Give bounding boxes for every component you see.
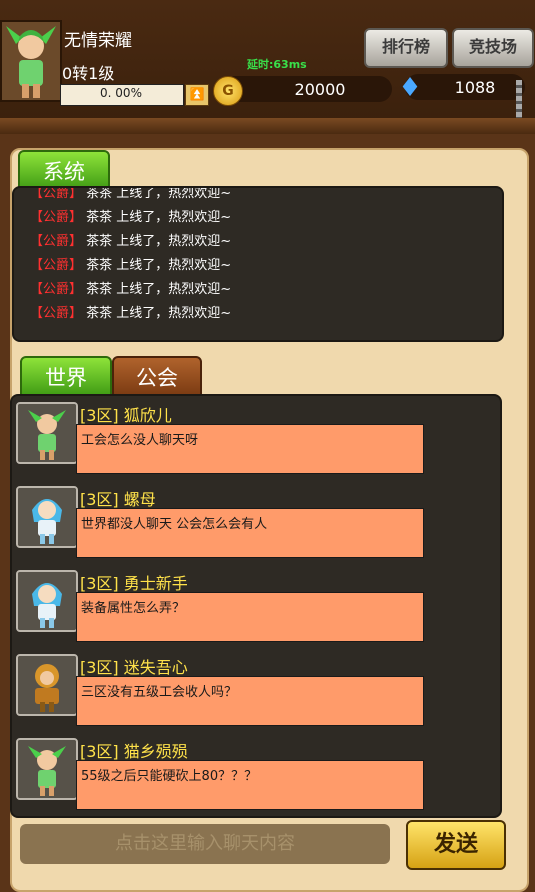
- chat-bubble: 55级之后只能硬砍上80？？？: [76, 760, 424, 810]
- chat-message: [3区] 勇士新手 装备属性怎么弄？: [12, 566, 500, 648]
- chat-bubble: 装备属性怎么弄？: [76, 592, 424, 642]
- gold-value: 20000: [294, 80, 346, 99]
- player-name: 无情荣耀: [64, 31, 132, 51]
- blue-mage-icon[interactable]: [16, 486, 78, 548]
- wood-divider: [0, 118, 535, 134]
- chat-message: [3区] 螺母 世界都没人聊天 公会怎么会有人: [12, 482, 500, 564]
- system-message: 【公爵】 茶茶 上线了，热烈欢迎~: [30, 186, 232, 201]
- system-message: 【公爵】 茶茶 上线了，热烈欢迎~: [30, 258, 232, 273]
- exp-percent: 0. 00%: [100, 86, 142, 100]
- chat-bubble: 三区没有五级工会收人吗？: [76, 676, 424, 726]
- monkey-warrior-icon[interactable]: [16, 654, 78, 716]
- chat-username: [3区] 勇士新手: [80, 574, 188, 593]
- system-message: 【公爵】 茶茶 上线了，热烈欢迎~: [30, 306, 232, 321]
- player-avatar[interactable]: [0, 20, 62, 102]
- green-elf-icon[interactable]: [16, 402, 78, 464]
- chat-username: [3区] 猫乡殒殒: [80, 742, 188, 761]
- chat-message-list[interactable]: [3区] 狐欣儿 工会怎么没人聊天呀 [3区] 螺母 世界都没人聊天 公会怎么会…: [10, 394, 502, 818]
- system-message-box: 【公爵】 茶茶 上线了，热烈欢迎~ 【公爵】 茶茶 上线了，热烈欢迎~ 【公爵】…: [12, 186, 504, 342]
- tab-guild[interactable]: 公会: [112, 356, 202, 398]
- chat-username: [3区] 迷失吾心: [80, 658, 188, 677]
- system-message: 【公爵】 茶茶 上线了，热烈欢迎~: [30, 210, 232, 225]
- chat-username: [3区] 狐欣儿: [80, 406, 172, 425]
- tab-world[interactable]: 世界: [20, 356, 112, 398]
- blue-mage-icon[interactable]: [16, 570, 78, 632]
- chat-username: [3区] 螺母: [80, 490, 156, 509]
- chat-message: [3区] 狐欣儿 工会怎么没人聊天呀: [12, 398, 500, 480]
- chat-input[interactable]: 点击这里输入聊天内容: [20, 824, 390, 864]
- level-up-icon[interactable]: ⏫: [185, 84, 209, 106]
- chat-bubble: 工会怎么没人聊天呀: [76, 424, 424, 474]
- rank-button[interactable]: 排行榜: [364, 28, 448, 68]
- arena-button[interactable]: 竞技场: [452, 28, 534, 68]
- chat-message: [3区] 猫乡殒殒 55级之后只能硬砍上80？？？: [12, 734, 500, 816]
- system-message: 【公爵】 茶茶 上线了，热烈欢迎~: [30, 234, 232, 249]
- diamond-icon: ♦: [398, 73, 422, 103]
- gold-coin-icon: G: [213, 76, 243, 106]
- diamond-value: 1088: [454, 78, 496, 97]
- latency-label: 延时:63ms: [247, 58, 307, 71]
- green-elf-icon[interactable]: [16, 738, 78, 800]
- player-level: 0转1级: [62, 64, 115, 83]
- send-button[interactable]: 发送: [406, 820, 506, 870]
- chat-bubble: 世界都没人聊天 公会怎么会有人: [76, 508, 424, 558]
- chat-message: [3区] 迷失吾心 三区没有五级工会收人吗？: [12, 650, 500, 732]
- system-message: 【公爵】 茶茶 上线了，热烈欢迎~: [30, 282, 232, 297]
